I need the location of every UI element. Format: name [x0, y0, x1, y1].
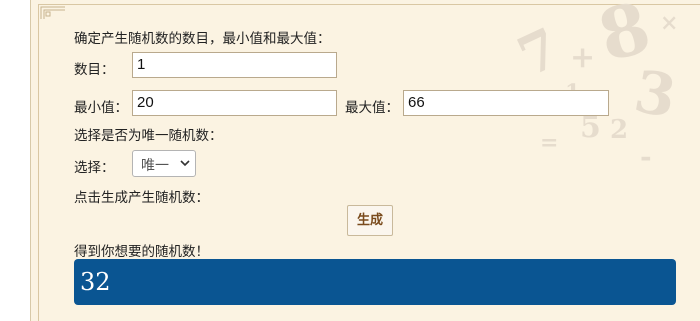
- form-heading: 确定产生随机数的数目，最小值和最大值：: [74, 31, 331, 47]
- unique-heading: 选择是否为唯一随机数：: [74, 128, 223, 144]
- count-label: 数目：: [74, 62, 115, 78]
- max-label: 最大值：: [345, 100, 399, 116]
- generate-button[interactable]: 生成: [347, 205, 393, 236]
- chevron-down-icon: [179, 156, 191, 170]
- count-input[interactable]: 1: [132, 52, 337, 78]
- corner-ornament-icon: [40, 6, 66, 20]
- min-label: 最小值：: [74, 100, 128, 116]
- generate-prompt: 点击生成产生随机数：: [74, 190, 209, 206]
- min-input[interactable]: 20: [132, 90, 337, 116]
- unique-select[interactable]: 唯一: [132, 150, 196, 177]
- unique-select-value: 唯一: [141, 158, 169, 174]
- max-input[interactable]: 66: [403, 90, 609, 116]
- result-label: 得到你想要的随机数！: [74, 244, 209, 260]
- select-label: 选择：: [74, 160, 115, 176]
- result-display: 32: [74, 259, 676, 305]
